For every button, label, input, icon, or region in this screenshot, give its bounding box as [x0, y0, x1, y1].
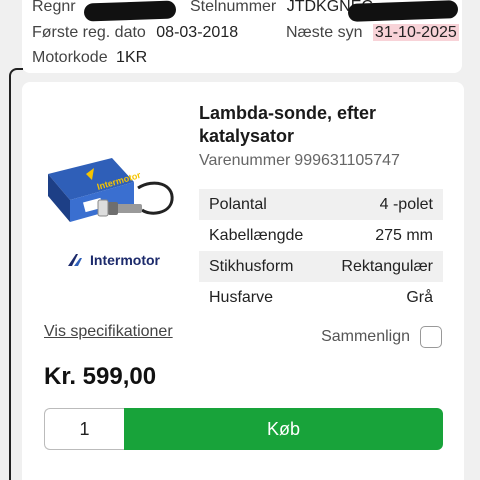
spec-row: Husfarve Grå — [199, 282, 443, 313]
next-inspection-label: Næste syn — [286, 24, 363, 41]
reg-number-label: Regnr — [32, 0, 76, 15]
spec-table: Polantal 4 -polet Kabellængde 275 mm Sti… — [199, 189, 443, 313]
spec-value: Grå — [406, 288, 433, 306]
compare-label: Sammenlign — [321, 328, 410, 345]
engine-code-row: Motorkode 1KR — [32, 49, 147, 67]
brand-name: Intermotor — [90, 252, 160, 268]
product-price: Kr. 599,00 — [44, 363, 157, 390]
first-reg-value: 08-03-2018 — [156, 24, 239, 41]
vin-row: Stelnummer JTDKGNEC — [190, 0, 373, 16]
next-inspection-value: 31-10-2025 — [372, 24, 459, 41]
engine-code-value: 1KR — [116, 49, 148, 66]
vehicle-info-card: Regnr Stelnummer JTDKGNEC Første reg. da… — [22, 0, 462, 73]
spec-label: Polantal — [209, 195, 267, 213]
spec-label: Husfarve — [209, 288, 274, 306]
oxygen-sensor-product-image[interactable]: Intermotor — [42, 144, 182, 234]
vin-label: Stelnummer — [190, 0, 277, 15]
spec-label: Kabellængde — [209, 226, 304, 244]
spec-label: Stikhusform — [209, 257, 294, 275]
timeline-connector — [9, 68, 23, 480]
brand-logo: Intermotor — [66, 252, 160, 268]
sku-label: Varenummer — [199, 152, 291, 169]
sku-line: Varenummer 999631105747 — [199, 152, 400, 170]
quantity-input[interactable]: 1 — [44, 408, 124, 450]
first-reg-label: Første reg. dato — [32, 24, 146, 41]
view-specifications-link[interactable]: Vis specifikationer — [44, 323, 173, 341]
compare-control[interactable]: Sammenlign — [321, 326, 442, 348]
spec-row: Polantal 4 -polet — [199, 189, 443, 220]
product-card: Intermotor Intermotor Lambda-sonde, efte… — [22, 82, 464, 480]
redaction-mark — [347, 0, 459, 22]
next-inspection-row: Næste syn 31-10-2025 — [286, 24, 459, 42]
engine-code-label: Motorkode — [32, 49, 108, 66]
spec-value: Rektangulær — [341, 257, 433, 275]
reg-number-row: Regnr — [32, 0, 76, 16]
redaction-mark — [83, 0, 177, 22]
product-title[interactable]: Lambda-sonde, efter katalysator — [199, 102, 439, 148]
spec-row: Kabellængde 275 mm — [199, 220, 443, 251]
first-reg-row: Første reg. dato 08-03-2018 — [32, 24, 238, 42]
spec-value: 275 mm — [375, 226, 433, 244]
compare-checkbox[interactable] — [420, 326, 442, 348]
buy-button[interactable]: Køb — [124, 408, 443, 450]
intermotor-logo-icon — [68, 254, 82, 266]
sku-value: 999631105747 — [294, 152, 400, 169]
spec-row: Stikhusform Rektangulær — [199, 251, 443, 282]
spec-value: 4 -polet — [379, 195, 433, 213]
